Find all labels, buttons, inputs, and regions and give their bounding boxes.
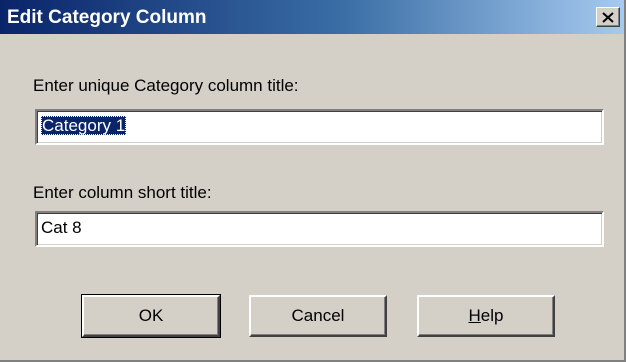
dialog-title: Edit Category Column [7, 7, 207, 28]
help-label-rest: elp [480, 306, 504, 325]
cancel-button[interactable]: Cancel [249, 295, 387, 337]
edit-category-column-dialog: Edit Category Column Enter unique Catego… [0, 0, 626, 362]
category-title-label: Enter unique Category column title: [33, 76, 299, 95]
help-button[interactable]: Help [417, 295, 555, 337]
close-button[interactable] [596, 7, 620, 27]
short-title-label: Enter column short title: [33, 183, 212, 202]
short-title-input[interactable]: Cat 8 [35, 211, 604, 247]
title-bar[interactable]: Edit Category Column [0, 0, 624, 34]
ok-button-label: OK [138, 306, 164, 325]
help-button-label: Help [469, 306, 504, 326]
short-title-value: Cat 8 [41, 218, 82, 237]
category-title-input[interactable]: Category 1 [35, 109, 604, 145]
ok-button[interactable]: OK [81, 294, 221, 338]
close-icon [602, 11, 614, 23]
help-mnemonic: H [468, 306, 481, 325]
category-title-value: Category 1 [41, 116, 127, 135]
cancel-button-label: Cancel [291, 306, 345, 325]
